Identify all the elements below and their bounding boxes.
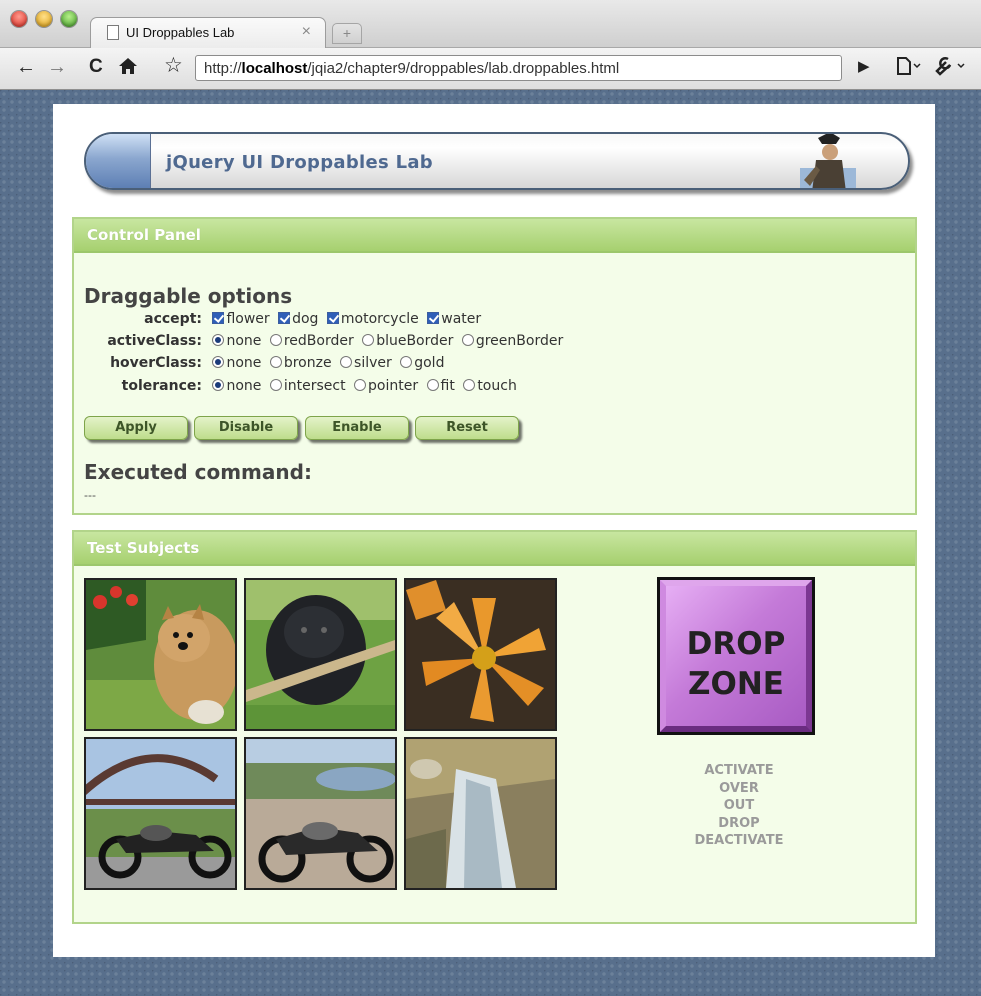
browser-titlebar: UI Droppables Lab × +	[0, 0, 981, 48]
water-image[interactable]	[404, 737, 557, 890]
hoverclass-row: hoverClass: none bronze silver gold	[84, 355, 448, 375]
minimize-window-button[interactable]	[36, 11, 52, 27]
page-menu-icon[interactable]	[896, 56, 922, 78]
back-icon[interactable]: ←	[16, 56, 36, 78]
close-window-button[interactable]	[11, 11, 27, 27]
tolerance-row: tolerance: none intersect pointer fit to…	[84, 378, 521, 398]
flower-image[interactable]	[404, 578, 557, 731]
browser-tab[interactable]: UI Droppables Lab ×	[90, 17, 326, 48]
dog-image[interactable]	[244, 578, 397, 731]
radio[interactable]	[354, 379, 367, 391]
activeclass-greenborder[interactable]: greenBorder	[461, 333, 563, 349]
dog-image[interactable]	[84, 578, 237, 731]
accept-water[interactable]: water	[427, 311, 481, 327]
radio[interactable]	[212, 334, 225, 346]
executed-command-heading: Executed command:	[84, 460, 312, 484]
hoverclass-gold[interactable]: gold	[400, 355, 444, 371]
drop-zone-label-line-2: ZONE	[688, 666, 784, 702]
forward-icon[interactable]: →	[47, 56, 67, 78]
reset-button[interactable]: Reset	[415, 416, 519, 440]
go-icon[interactable]: ▶	[858, 56, 870, 78]
radio[interactable]	[340, 356, 353, 368]
activeclass-none[interactable]: none	[212, 333, 261, 349]
motorcycle-image[interactable]	[244, 737, 397, 890]
radio[interactable]	[461, 334, 474, 346]
drop-zone-label-line-1: DROP	[686, 626, 786, 662]
accept-dog[interactable]: dog	[278, 311, 318, 327]
tolerance-fit[interactable]: fit	[426, 378, 455, 394]
radio[interactable]	[269, 379, 282, 391]
radio[interactable]	[426, 379, 439, 391]
draggable-options-heading: Draggable options	[84, 284, 293, 308]
radio[interactable]	[212, 356, 225, 368]
header-banner: jQuery UI Droppables Lab	[84, 132, 910, 190]
checkbox[interactable]	[278, 312, 291, 324]
test-subjects-header: Test Subjects	[74, 532, 915, 566]
hoverclass-silver[interactable]: silver	[340, 355, 392, 371]
banner-cap	[86, 134, 151, 188]
accept-label: accept:	[144, 311, 202, 327]
activeclass-row: activeClass: none redBorder blueBorder g…	[84, 333, 567, 353]
radio[interactable]	[400, 356, 413, 368]
tolerance-touch[interactable]: touch	[463, 378, 517, 394]
radio[interactable]	[269, 356, 282, 368]
tab-close-icon[interactable]: ×	[302, 23, 311, 41]
event-indicators: ACTIVATE OVER OUT DROP DEACTIVATE	[680, 762, 798, 850]
tolerance-pointer[interactable]: pointer	[354, 378, 418, 394]
apply-button[interactable]: Apply	[84, 416, 188, 440]
mascot-illustration	[800, 134, 856, 188]
event-activate: ACTIVATE	[704, 763, 774, 778]
activeclass-blueborder[interactable]: blueBorder	[362, 333, 453, 349]
browser-toolbar: ← → C ☆ http://localhost/jqia2/chapter9/…	[0, 48, 981, 90]
home-icon[interactable]	[118, 56, 138, 78]
checkbox[interactable]	[326, 312, 339, 324]
activeclass-redborder[interactable]: redBorder	[269, 333, 354, 349]
accept-row: accept: flower dog motorcycle water	[84, 311, 485, 331]
accept-flower[interactable]: flower	[212, 311, 270, 327]
url-text: http://localhost/jqia2/chapter9/droppabl…	[204, 60, 620, 77]
drop-zone-face: DROP ZONE	[660, 580, 812, 732]
hoverclass-label: hoverClass:	[110, 355, 202, 371]
tab-title: UI Droppables Lab	[126, 25, 235, 40]
address-bar[interactable]: http://localhost/jqia2/chapter9/droppabl…	[195, 55, 842, 81]
new-tab-button[interactable]: +	[332, 23, 362, 44]
radio[interactable]	[463, 379, 476, 391]
page-title: jQuery UI Droppables Lab	[166, 152, 433, 173]
activeclass-label: activeClass:	[107, 333, 202, 349]
accept-motorcycle[interactable]: motorcycle	[326, 311, 419, 327]
event-out: OUT	[723, 798, 755, 813]
control-panel-header: Control Panel	[74, 219, 915, 253]
event-drop: DROP	[718, 815, 760, 831]
zoom-window-button[interactable]	[61, 11, 77, 27]
event-over: OVER	[719, 780, 759, 796]
event-deactivate: DEACTIVATE	[694, 833, 784, 848]
motorcycle-image[interactable]	[84, 737, 237, 890]
checkbox[interactable]	[212, 312, 225, 324]
disable-button[interactable]: Disable	[194, 416, 298, 440]
radio[interactable]	[269, 334, 282, 346]
drop-zone[interactable]: DROP ZONE	[657, 577, 815, 735]
enable-button[interactable]: Enable	[305, 416, 409, 440]
tolerance-intersect[interactable]: intersect	[269, 378, 346, 394]
tolerance-none[interactable]: none	[212, 378, 261, 394]
tolerance-label: tolerance:	[121, 378, 202, 394]
hoverclass-none[interactable]: none	[212, 355, 261, 371]
executed-command-value: ---	[84, 488, 96, 502]
hoverclass-bronze[interactable]: bronze	[269, 355, 332, 371]
checkbox[interactable]	[427, 312, 440, 324]
reload-icon[interactable]: C	[89, 56, 103, 78]
radio[interactable]	[212, 379, 225, 391]
page-icon	[107, 25, 119, 40]
wrench-menu-icon[interactable]	[934, 56, 970, 78]
radio[interactable]	[362, 334, 375, 346]
bookmark-star-icon[interactable]: ☆	[164, 55, 183, 77]
